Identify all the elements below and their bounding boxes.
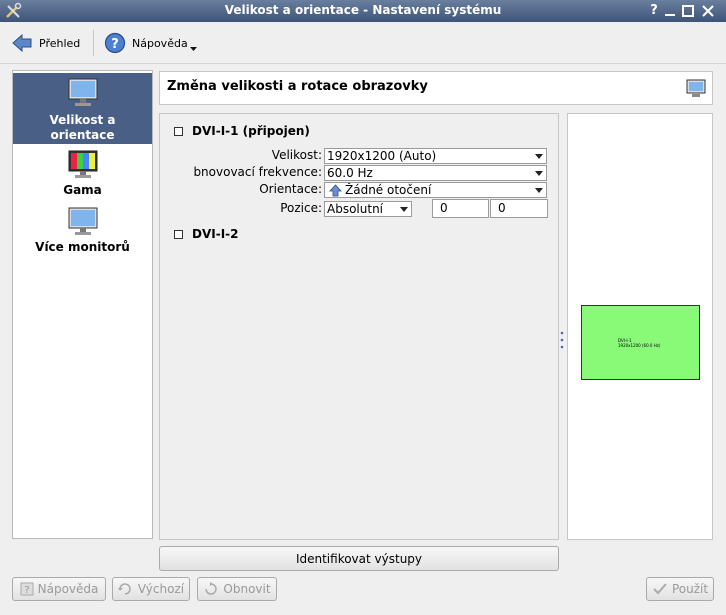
- gamma-icon: [68, 150, 97, 178]
- footer-help-button[interactable]: ? Nápověda: [12, 577, 106, 601]
- chevron-down-icon: [535, 188, 543, 193]
- rotate-up-icon: [329, 184, 342, 197]
- page-title: Změna velikosti a rotace obrazovky: [167, 79, 428, 94]
- output-checkbox[interactable]: [174, 126, 183, 136]
- help-menu-label: Nápověda: [132, 36, 188, 50]
- orientation-value: Žádné otočení: [345, 183, 432, 197]
- monitor-icon: [68, 207, 97, 235]
- apply-button[interactable]: Použít: [646, 577, 714, 601]
- help-icon: ?: [20, 582, 34, 596]
- position-label: Pozice:: [280, 201, 322, 215]
- defaults-icon: [117, 583, 131, 595]
- position-x-input[interactable]: 0: [432, 199, 489, 218]
- refresh-select[interactable]: 60.0 Hz: [324, 165, 547, 181]
- orientation-label: Orientace:: [259, 182, 322, 196]
- minimize-button[interactable]: [662, 3, 678, 19]
- sidebar-item-label: Více monitorů: [35, 240, 130, 254]
- sidebar: Velikost a orientace Gama Více monitorů: [12, 70, 153, 539]
- splitter-handle[interactable]: [560, 330, 564, 350]
- svg-text:?: ?: [111, 37, 119, 52]
- title-bar: Velikost a orientace - Nastavení systému…: [0, 0, 726, 22]
- sidebar-item-gamma[interactable]: Gama: [13, 149, 152, 201]
- refresh-value: 60.0 Hz: [327, 166, 373, 180]
- position-value: Absolutní: [327, 202, 384, 216]
- size-label: Velikost:: [271, 148, 322, 162]
- size-value: 1920x1200 (Auto): [327, 149, 437, 163]
- svg-text:?: ?: [24, 585, 29, 596]
- overview-label: Přehled: [39, 36, 81, 50]
- help-icon: ?: [104, 32, 126, 54]
- page-header: Změna velikosti a rotace obrazovky: [159, 71, 713, 105]
- defaults-button[interactable]: Výchozí: [112, 577, 190, 601]
- close-button[interactable]: [700, 3, 716, 19]
- toolbar: Přehled ? Nápověda: [0, 22, 726, 64]
- sidebar-item-label: Gama: [63, 183, 102, 197]
- output-dvi-i-2-toggle[interactable]: DVI-I-2: [174, 227, 239, 241]
- checkmark-icon: [653, 583, 667, 595]
- output-dvi-i-1-toggle[interactable]: DVI-I-1 (připojen): [174, 124, 310, 138]
- output-checkbox[interactable]: [174, 229, 183, 239]
- position-y-input[interactable]: 0: [490, 199, 548, 218]
- output-name: DVI-I-2: [192, 227, 239, 241]
- preview-screen-dvi-i-1[interactable]: DVI-I-1 1920x1200 (60.0 Hz): [581, 305, 700, 380]
- chevron-down-icon: [535, 171, 543, 176]
- toolbar-separator: [93, 30, 94, 56]
- monitor-icon: [686, 79, 706, 97]
- back-arrow-icon: [12, 33, 32, 53]
- sidebar-item-size-orientation[interactable]: Velikost a orientace: [13, 73, 152, 144]
- footer-help-label: Nápověda: [37, 582, 99, 596]
- help-window-button[interactable]: ?: [646, 3, 662, 19]
- maximize-button[interactable]: [680, 3, 696, 19]
- sidebar-item-label: Velikost a orientace: [49, 113, 116, 142]
- defaults-label: Výchozí: [137, 582, 185, 596]
- reset-icon: [205, 582, 218, 595]
- chevron-down-icon: [189, 47, 197, 51]
- monitor-icon: [68, 78, 97, 106]
- reset-button[interactable]: Obnovit: [197, 577, 277, 601]
- chevron-down-icon: [400, 207, 408, 212]
- output-name: DVI-I-1 (připojen): [192, 124, 310, 138]
- sidebar-item-multi-monitor[interactable]: Více monitorů: [13, 206, 152, 258]
- window-title: Velikost a orientace - Nastavení systému: [224, 3, 502, 17]
- identify-outputs-button[interactable]: Identifikovat výstupy: [159, 546, 559, 571]
- maximize-icon: [682, 5, 694, 17]
- preview-screen-mode: 1920x1200 (60.0 Hz): [618, 343, 661, 348]
- orientation-select[interactable]: Žádné otočení: [324, 182, 547, 198]
- overview-button[interactable]: Přehled: [11, 30, 80, 56]
- refresh-label: bnovovací frekvence:: [193, 165, 322, 179]
- chevron-down-icon: [535, 154, 543, 159]
- output-config-panel: DVI-I-1 (připojen) Velikost: 1920x1200 (…: [159, 113, 559, 540]
- help-menu-button[interactable]: ? Nápověda: [104, 30, 198, 56]
- identify-outputs-label: Identifikovat výstupy: [295, 551, 423, 566]
- minimize-icon: [665, 14, 675, 16]
- close-icon: [702, 5, 714, 17]
- size-select[interactable]: 1920x1200 (Auto): [324, 148, 547, 164]
- reset-label: Obnovit: [223, 582, 271, 596]
- position-select[interactable]: Absolutní: [324, 201, 412, 217]
- apply-label: Použít: [671, 582, 709, 596]
- monitor-preview: DVI-I-1 1920x1200 (60.0 Hz): [567, 113, 713, 540]
